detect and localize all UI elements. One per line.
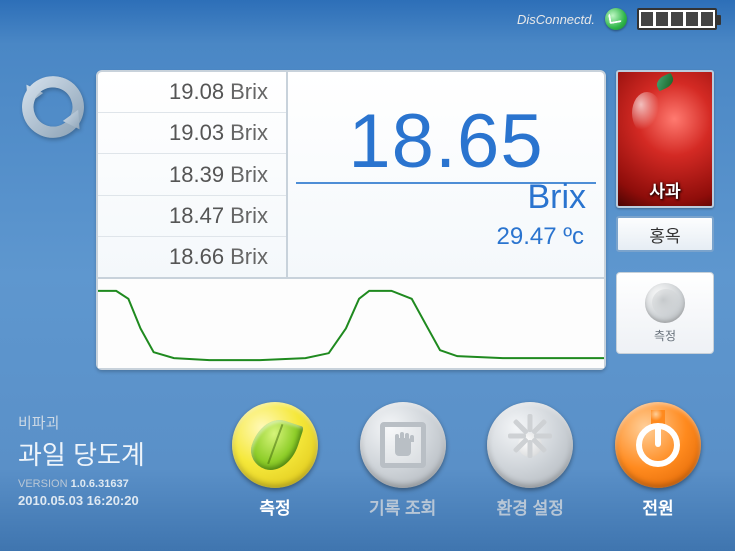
temperature-value: 29.47 ºc <box>497 223 585 251</box>
battery-icon <box>637 8 717 30</box>
history-unit: Brix <box>230 203 268 229</box>
fruit-card[interactable]: 사과 <box>616 70 714 208</box>
nav-settings-label: 환경 설정 <box>497 494 564 519</box>
history-value: 18.66 <box>169 244 224 270</box>
apple-leaf-icon <box>654 73 675 91</box>
globe-icon <box>645 283 685 323</box>
nav-power-button[interactable]: 전원 <box>599 402 717 519</box>
history-row: 18.39 Brix <box>98 154 286 195</box>
hand-icon <box>380 422 426 468</box>
history-unit: Brix <box>230 162 268 188</box>
history-row: 19.08 Brix <box>98 72 286 113</box>
nav-measure-button[interactable]: 측정 <box>216 402 334 519</box>
reading-value: 18.65 <box>348 104 543 180</box>
history-unit: Brix <box>230 244 268 270</box>
measure-state-label: 측정 <box>654 327 676 344</box>
app-timestamp: 2010.05.03 16:20:20 <box>18 493 213 508</box>
history-unit: Brix <box>230 120 268 146</box>
sun-icon <box>506 421 554 469</box>
connection-icon <box>605 8 627 30</box>
history-value: 19.03 <box>169 120 224 146</box>
status-bar: DisConnectd. <box>517 8 717 30</box>
temperature-number: 29.47 <box>497 223 557 250</box>
history-list: 19.08 Brix 19.03 Brix 18.39 Brix 18.47 B… <box>98 72 288 277</box>
nav-power-label: 전원 <box>642 494 673 519</box>
leaf-icon <box>246 413 304 476</box>
nav-history-button[interactable]: 기록 조회 <box>344 402 462 519</box>
main-panel: 19.08 Brix 19.03 Brix 18.39 Brix 18.47 B… <box>96 70 606 370</box>
history-value: 18.39 <box>169 162 224 188</box>
history-row: 19.03 Brix <box>98 113 286 154</box>
nav-history-label: 기록 조회 <box>369 494 436 519</box>
measure-state-card[interactable]: 측정 <box>616 272 714 354</box>
fruit-name-label: 사과 <box>618 177 712 202</box>
variety-label: 홍옥 <box>649 222 680 247</box>
app-subtitle: 비파괴 <box>18 412 213 433</box>
nav-measure-label: 측정 <box>259 494 290 519</box>
refresh-icon <box>18 72 88 142</box>
history-value: 18.47 <box>169 203 224 229</box>
history-row: 18.66 Brix <box>98 237 286 277</box>
temperature-unit: ºc <box>563 223 584 250</box>
app-version: VERSION 1.0.6.31637 <box>18 478 213 490</box>
reading-unit: Brix <box>527 178 586 217</box>
history-unit: Brix <box>230 79 268 105</box>
version-label: VERSION <box>18 478 68 490</box>
variety-button[interactable]: 홍옥 <box>616 216 714 252</box>
signal-chart <box>98 277 604 368</box>
version-number: 1.0.6.31637 <box>71 478 129 490</box>
nav-bar: 측정 기록 조회 환경 설정 <box>216 402 717 526</box>
nav-settings-button[interactable]: 환경 설정 <box>471 402 589 519</box>
app-info: 비파괴 과일 당도계 VERSION 1.0.6.31637 2010.05.0… <box>18 412 213 508</box>
app-title: 과일 당도계 <box>18 435 213 472</box>
history-value: 19.08 <box>169 79 224 105</box>
connection-status-text: DisConnectd. <box>517 12 595 27</box>
history-row: 18.47 Brix <box>98 196 286 237</box>
reading-panel: 18.65 Brix 29.47 ºc <box>288 72 604 277</box>
power-icon <box>636 423 680 467</box>
